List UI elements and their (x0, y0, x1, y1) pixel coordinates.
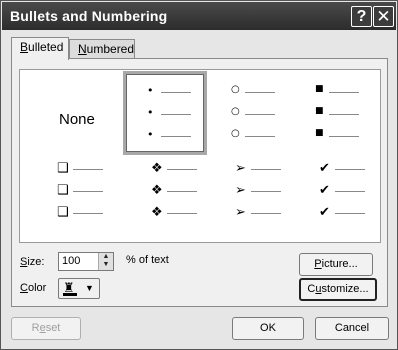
ok-button[interactable]: OK (232, 317, 304, 340)
bullet-text-line (73, 169, 103, 170)
four-diamonds-bullet-icon: ❖ (151, 183, 163, 198)
bullet-text-line (161, 114, 191, 115)
size-label: Size: (20, 256, 45, 268)
bullets-and-numbering-dialog: Bullets and Numbering ? ✕ Bulleted Numbe… (0, 0, 398, 350)
small-dot-bullet-icon: • (147, 106, 154, 119)
bullet-text-line (335, 213, 365, 214)
bullet-style-grid: None • • • ○ ○ ○ ■ ■ ■ ❑ ❑ ❑ ❖ ❖ ❖ ➢ ➢ ➢ ✔ ✔ ✔ (19, 69, 381, 243)
bullet-text-line (167, 191, 197, 192)
hollow-circle-bullet-icon: ○ (231, 106, 240, 117)
checkmark-bullet-icon: ✔ (319, 205, 330, 220)
bullet-text-line (251, 191, 281, 192)
small-dot-bullet-icon: • (147, 128, 154, 141)
hollow-circle-bullet-icon: ○ (231, 84, 240, 95)
bullet-option-small-dot[interactable]: • • • (123, 71, 209, 155)
bullet-option-arrowhead[interactable]: ➢ ➢ ➢ (207, 160, 293, 244)
filled-square-bullet-icon: ■ (315, 106, 324, 116)
bullet-option-hollow-square[interactable]: ❑ ❑ ❑ (21, 160, 107, 244)
hollow-circle-bullet-icon: ○ (231, 128, 240, 139)
size-value: 100 (62, 255, 81, 267)
spinner-up-icon[interactable]: ▲ (99, 253, 113, 261)
bullet-text-line (251, 169, 281, 170)
reset-button[interactable]: Reset (11, 317, 81, 340)
bullet-text-line (73, 191, 103, 192)
customize-button[interactable]: Customize... (299, 278, 377, 301)
filled-square-bullet-icon: ■ (315, 84, 324, 94)
tab-bulleted-mnemonic: B (20, 40, 29, 54)
filled-square-bullet-icon: ■ (315, 128, 324, 138)
bullet-text-line (73, 213, 103, 214)
arrowhead-bullet-icon: ➢ (235, 205, 246, 220)
dialog-title: Bullets and Numbering (10, 8, 168, 24)
small-dot-bullet-icon: • (147, 84, 154, 97)
current-color-swatch (63, 293, 77, 296)
bullet-text-line (245, 92, 275, 93)
chevron-down-icon: ▼ (85, 283, 94, 293)
bullet-text-line (329, 136, 359, 137)
hollow-square-bullet-icon: ❑ (57, 183, 69, 198)
spinner-down-icon[interactable]: ▼ (99, 261, 113, 269)
color-label: Color (20, 282, 47, 294)
bullet-text-line (167, 169, 197, 170)
picture-button[interactable]: Picture... (299, 253, 373, 276)
bullet-text-line (335, 191, 365, 192)
bullet-text-line (161, 92, 191, 93)
four-diamonds-bullet-icon: ❖ (151, 205, 163, 220)
bullet-text-line (161, 136, 191, 137)
hollow-square-bullet-icon: ❑ (57, 161, 69, 176)
tab-numbered-mnemonic: N (78, 42, 87, 56)
bulleted-tab-panel: None • • • ○ ○ ○ ■ ■ ■ ❑ ❑ ❑ ❖ ❖ ❖ ➢ ➢ ➢ ✔ ✔ ✔ Size: 100 ▲ ▼… (11, 58, 388, 307)
size-suffix: % of text (126, 254, 169, 266)
bullet-text-line (245, 114, 275, 115)
bullet-text-line (329, 114, 359, 115)
bullet-text-line (245, 136, 275, 137)
close-button[interactable]: ✕ (373, 6, 394, 27)
arrowhead-bullet-icon: ➢ (235, 161, 246, 176)
arrowhead-bullet-icon: ➢ (235, 183, 246, 198)
checkmark-bullet-icon: ✔ (319, 161, 330, 176)
help-button[interactable]: ? (351, 6, 372, 27)
title-bar: Bullets and Numbering ? ✕ (2, 2, 396, 30)
bullet-option-hollow-circle[interactable]: ○ ○ ○ (207, 71, 293, 155)
bullet-option-filled-square[interactable]: ■ ■ ■ (291, 71, 377, 155)
cancel-button[interactable]: Cancel (315, 317, 389, 340)
color-picker-button[interactable]: ♜ ▼ (58, 278, 100, 299)
bullet-text-line (329, 92, 359, 93)
bullet-text-line (251, 213, 281, 214)
tab-numbered-label: umbered (86, 42, 135, 56)
size-spinner[interactable]: ▲ ▼ (98, 253, 113, 270)
tab-bulleted-label: ulleted (28, 40, 64, 54)
bullet-option-four-diamonds[interactable]: ❖ ❖ ❖ (123, 160, 209, 244)
checkmark-bullet-icon: ✔ (319, 183, 330, 198)
tab-bulleted[interactable]: Bulleted (11, 37, 69, 60)
tab-numbered[interactable]: Numbered (69, 39, 135, 59)
four-diamonds-bullet-icon: ❖ (151, 161, 163, 176)
none-label: None (59, 111, 95, 128)
bullet-text-line (167, 213, 197, 214)
bullet-option-none[interactable]: None (21, 71, 107, 155)
bullet-text-line (335, 169, 365, 170)
bullet-option-checkmark[interactable]: ✔ ✔ ✔ (291, 160, 377, 244)
hollow-square-bullet-icon: ❑ (57, 205, 69, 220)
